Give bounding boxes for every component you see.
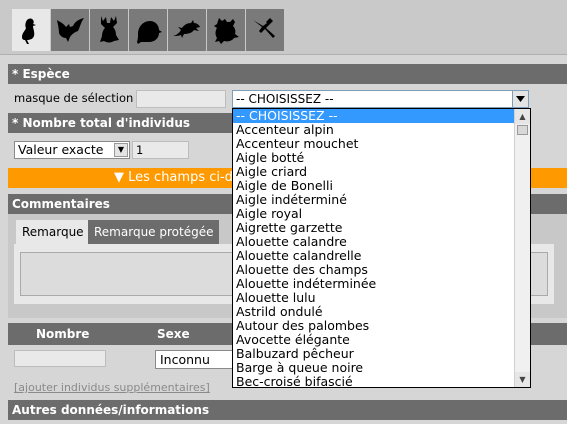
bird-icon bbox=[22, 18, 36, 44]
espece-heading: * Espèce bbox=[8, 64, 567, 84]
scrollbar[interactable]: ▲ ▼ bbox=[514, 109, 530, 387]
col-nombre: Nombre bbox=[36, 327, 90, 341]
species-select-value: -- CHOISISSEZ -- bbox=[236, 92, 334, 106]
lizard-icon bbox=[173, 20, 200, 38]
dropdown-option[interactable]: Aigle de Bonelli bbox=[233, 179, 516, 193]
frog-icon bbox=[214, 18, 239, 44]
tab-bird[interactable] bbox=[12, 9, 50, 51]
autres-heading: Autres données/informations bbox=[8, 400, 567, 420]
dropdown-option[interactable]: Alouette des champs bbox=[233, 263, 516, 277]
bat-icon bbox=[57, 18, 84, 42]
dropdown-option[interactable]: Balbuzard pêcheur bbox=[233, 347, 516, 361]
tab-rodent[interactable] bbox=[129, 9, 167, 51]
tab-bat[interactable] bbox=[51, 9, 89, 51]
value-type-selected: Valeur exacte bbox=[18, 142, 104, 157]
dropdown-option[interactable]: Bec-croisé bifascié bbox=[233, 375, 516, 388]
col-sexe: Sexe bbox=[157, 327, 190, 341]
scroll-up-icon[interactable]: ▲ bbox=[515, 109, 530, 124]
count-input[interactable]: 1 bbox=[132, 141, 189, 159]
nombre-total-heading: * Nombre total d'individus bbox=[8, 113, 232, 133]
tab-deer[interactable] bbox=[90, 9, 128, 51]
tab-dragonfly[interactable] bbox=[246, 9, 284, 51]
value-type-select[interactable]: Valeur exacte ▼ bbox=[14, 141, 130, 159]
dropdown-option[interactable]: Alouette lulu bbox=[233, 291, 516, 305]
tab-lizard[interactable] bbox=[168, 9, 206, 51]
dropdown-option[interactable]: Aigle criard bbox=[233, 165, 516, 179]
dropdown-option[interactable]: Alouette calandre bbox=[233, 235, 516, 249]
dropdown-option[interactable]: Avocette élégante bbox=[233, 333, 516, 347]
mask-label: masque de sélection bbox=[14, 91, 134, 105]
dropdown-option[interactable]: Aigle royal bbox=[233, 207, 516, 221]
dropdown-option[interactable]: Accenteur alpin bbox=[233, 123, 516, 137]
dropdown-option[interactable]: Aigrette garzette bbox=[233, 221, 516, 235]
mask-input[interactable] bbox=[136, 90, 226, 108]
species-select[interactable]: -- CHOISISSEZ -- bbox=[232, 90, 529, 108]
dropdown-option[interactable]: Barge à queue noire bbox=[233, 361, 516, 375]
rodent-icon bbox=[137, 21, 162, 44]
scroll-thumb[interactable] bbox=[517, 125, 528, 135]
tab-remarque[interactable]: Remarque bbox=[16, 220, 90, 244]
deer-icon bbox=[100, 16, 119, 43]
add-individuals-link[interactable]: [ajouter individus supplémentaires] bbox=[14, 381, 210, 394]
individus-nombre-input[interactable] bbox=[14, 350, 106, 367]
chevron-down-icon[interactable]: ▼ bbox=[114, 143, 128, 157]
dropdown-option[interactable]: -- CHOISISSEZ -- bbox=[233, 109, 516, 123]
dropdown-option[interactable]: Astrild ondulé bbox=[233, 305, 516, 319]
chevron-down-icon[interactable] bbox=[512, 91, 528, 107]
dragonfly-icon bbox=[253, 18, 275, 38]
tab-remarque-protegee[interactable]: Remarque protégée bbox=[88, 220, 220, 244]
dropdown-option[interactable]: Aigle botté bbox=[233, 151, 516, 165]
scroll-down-icon[interactable]: ▼ bbox=[515, 372, 530, 387]
dropdown-option[interactable]: Alouette calandrelle bbox=[233, 249, 516, 263]
sexe-select[interactable]: Inconnu bbox=[155, 350, 235, 369]
dropdown-option[interactable]: Alouette indéterminée bbox=[233, 277, 516, 291]
species-dropdown-list[interactable]: -- CHOISISSEZ -- Accenteur alpin Accenteur… bbox=[232, 108, 531, 388]
dropdown-option[interactable]: Aigle indéterminé bbox=[233, 193, 516, 207]
dropdown-option[interactable]: Accenteur mouchet bbox=[233, 137, 516, 151]
dropdown-option[interactable]: Autour des palombes bbox=[233, 319, 516, 333]
tab-frog[interactable] bbox=[207, 9, 245, 51]
